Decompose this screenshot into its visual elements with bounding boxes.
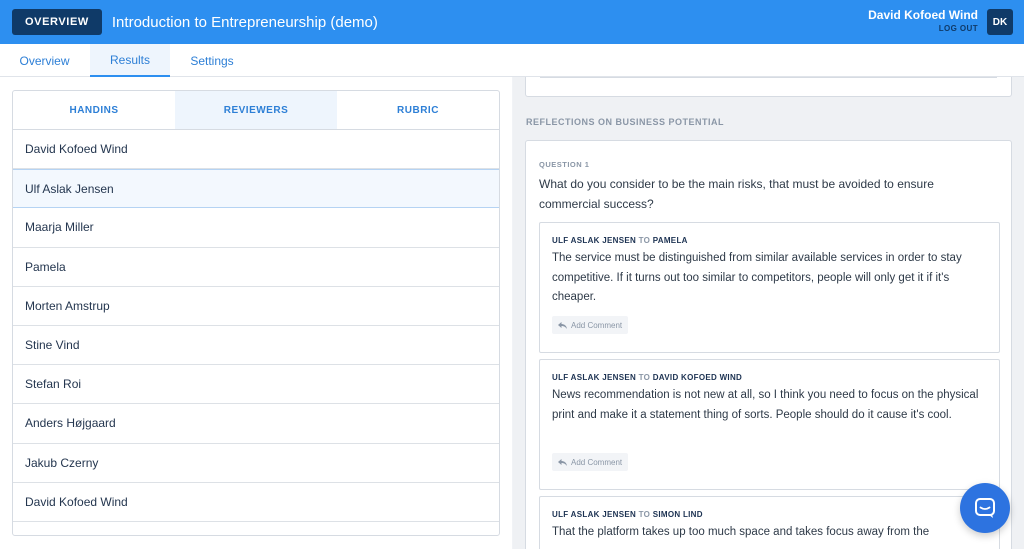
subtab-reviewers[interactable]: REVIEWERS	[175, 91, 337, 129]
chat-launcher-button[interactable]	[960, 483, 1010, 533]
answer-to: SIMON LIND	[652, 510, 703, 519]
answer-text: The service must be distinguished from s…	[552, 252, 962, 303]
previous-card-inner	[540, 77, 997, 78]
answer-card: ULF ASLAK JENSEN TO SIMON LIND That the …	[539, 496, 1000, 549]
question-card: QUESTION 1 What do you consider to be th…	[525, 140, 1012, 549]
previous-card	[525, 77, 1012, 97]
list-item[interactable]: Stine Vind	[13, 326, 499, 366]
list-item[interactable]: David Kofoed Wind	[13, 483, 499, 522]
course-title: Introduction to Entrepreneurship (demo)	[111, 13, 378, 31]
section-title: REFLECTIONS ON BUSINESS POTENTIAL	[526, 117, 725, 127]
subtab-handins[interactable]: HANDINS	[13, 91, 175, 129]
reply-arrow-icon	[558, 321, 567, 329]
answer-to-word: TO	[638, 510, 651, 519]
overview-button[interactable]: OVERVIEW	[12, 9, 102, 35]
add-comment-label: Add Comment	[571, 320, 623, 330]
top-bar: OVERVIEW Introduction to Entrepreneurshi…	[0, 0, 1024, 44]
list-item[interactable]: Stefan Roi	[13, 365, 499, 405]
question-text: What do you consider to be the main risk…	[539, 177, 934, 211]
answer-to-word: TO	[638, 236, 651, 245]
list-item[interactable]: Pamela	[13, 248, 499, 287]
answer-to: DAVID KOFOED WIND	[652, 373, 743, 382]
answer-from: ULF ASLAK JENSEN	[552, 510, 637, 519]
list-item-selected[interactable]: Ulf Aslak Jensen	[13, 169, 499, 209]
user-name: David Kofoed Wind	[868, 8, 978, 22]
add-comment-button[interactable]: Add Comment	[552, 316, 629, 334]
tab-results[interactable]: Results	[90, 44, 170, 77]
subtab-bar: HANDINS REVIEWERS RUBRIC	[13, 91, 499, 130]
answer-header: ULF ASLAK JENSEN TO PAMELA	[552, 236, 688, 245]
logout-link[interactable]: LOG OUT	[868, 24, 978, 33]
chat-icon	[975, 498, 995, 518]
answer-from: ULF ASLAK JENSEN	[552, 373, 637, 382]
user-block: David Kofoed Wind LOG OUT	[868, 8, 978, 33]
answer-to-word: TO	[638, 373, 651, 382]
list-item[interactable]: Maarja Miller	[13, 208, 499, 248]
reviewer-list-card: HANDINS REVIEWERS RUBRIC David Kofoed Wi…	[12, 90, 500, 536]
list-item[interactable]: Morten Amstrup	[13, 287, 499, 326]
answer-text: News recommendation is not new at all, s…	[552, 389, 979, 421]
subtab-rubric[interactable]: RUBRIC	[337, 91, 499, 129]
answer-from: ULF ASLAK JENSEN	[552, 236, 637, 245]
avatar[interactable]: DK	[987, 9, 1013, 35]
answer-card: ULF ASLAK JENSEN TO DAVID KOFOED WIND Ne…	[539, 359, 1000, 490]
list-item[interactable]: Jakub Czerny	[13, 444, 499, 483]
list-item[interactable]: David Kofoed Wind	[13, 130, 499, 170]
add-comment-label: Add Comment	[571, 457, 623, 467]
answer-header: ULF ASLAK JENSEN TO SIMON LIND	[552, 510, 703, 519]
answer-header: ULF ASLAK JENSEN TO DAVID KOFOED WIND	[552, 373, 742, 382]
tab-settings[interactable]: Settings	[172, 44, 252, 77]
right-panel: REFLECTIONS ON BUSINESS POTENTIAL QUESTI…	[513, 77, 1024, 549]
list-item[interactable]: Anders Højgaard	[13, 404, 499, 444]
nav-bar: Overview Results Settings	[0, 44, 1024, 77]
tab-overview[interactable]: Overview	[0, 44, 89, 77]
answer-text: That the platform takes up too much spac…	[552, 526, 930, 538]
answer-card: ULF ASLAK JENSEN TO PAMELA The service m…	[539, 222, 1000, 353]
add-comment-button[interactable]: Add Comment	[552, 453, 629, 471]
question-label: QUESTION 1	[539, 160, 590, 169]
reply-arrow-icon	[558, 458, 567, 466]
answer-to: PAMELA	[652, 236, 688, 245]
